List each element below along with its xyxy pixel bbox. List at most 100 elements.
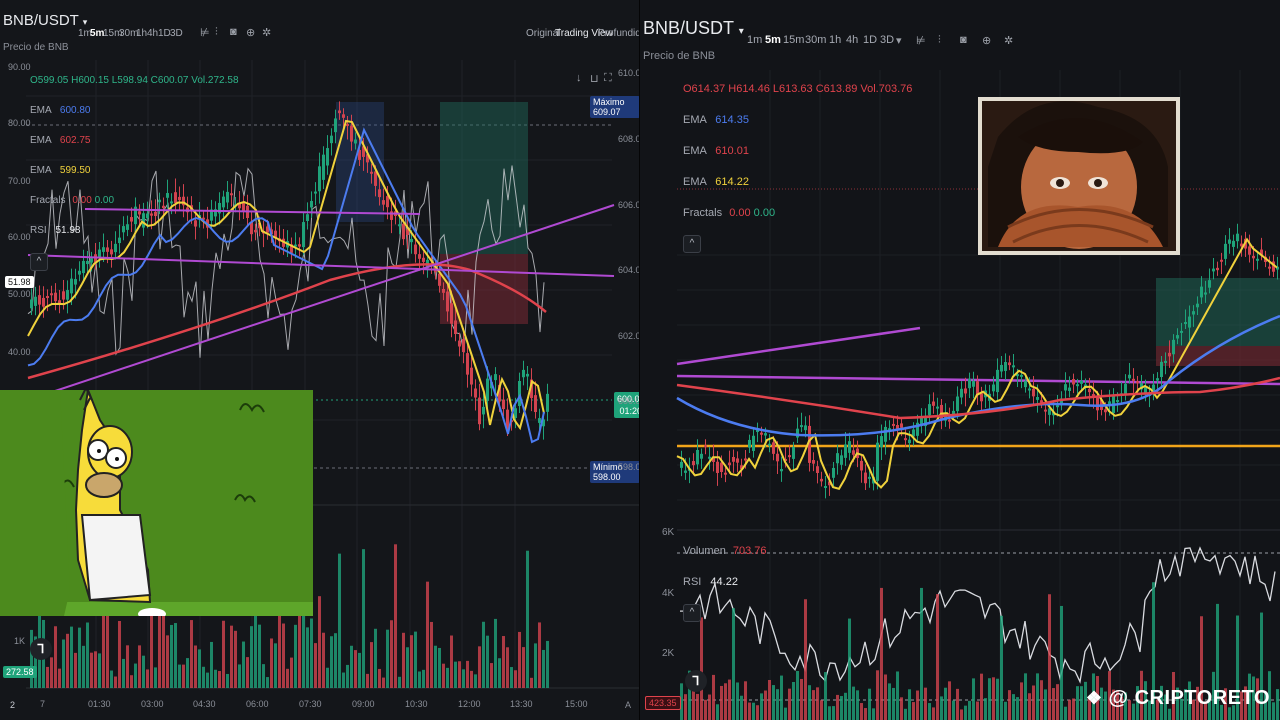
volume-bar [984, 698, 987, 720]
candle [748, 439, 751, 448]
add-icon[interactable]: ⊕ [246, 26, 255, 39]
pair-title[interactable]: BNB/USDT ▾ [3, 12, 87, 29]
volume-bar [1272, 702, 1275, 720]
fractals-value-1: 0.00 [729, 207, 751, 219]
candle [980, 393, 983, 402]
timeframe-4h[interactable]: 4h [846, 34, 858, 46]
volume-bar [178, 664, 181, 688]
candle [118, 237, 121, 244]
candle [110, 249, 113, 255]
fractals-row: Fractals 0.00 0.00 [683, 207, 775, 219]
volume-value-box: 423.35 [645, 696, 681, 710]
volume-bar [262, 664, 265, 688]
candle-type-icon[interactable]: ⫶ [215, 26, 218, 39]
timeframe-3D[interactable]: 3D [170, 28, 183, 39]
timeframe-4h[interactable]: 4h [147, 28, 158, 39]
settings-icon[interactable]: ✲ [262, 26, 271, 39]
volume-bar [788, 688, 791, 720]
timeframe-15m[interactable]: 15m [783, 34, 804, 46]
camera-icon[interactable]: ◙ [230, 26, 237, 38]
camera-icon[interactable]: ◙ [960, 34, 967, 46]
volume-bar [394, 544, 397, 688]
timeframe-1h[interactable]: 1h [829, 34, 841, 46]
candle [1040, 400, 1043, 403]
candle [106, 247, 109, 252]
candle [996, 369, 999, 393]
fullscreen-icon[interactable]: ⛶ [604, 72, 612, 85]
collapse-indicators-button[interactable]: ^ [30, 253, 48, 271]
candle [130, 217, 133, 222]
volume-bar [450, 635, 453, 688]
watermark-text: @ CRIPTORETO [1108, 687, 1270, 709]
candle [1236, 233, 1239, 242]
volume-bar [466, 660, 469, 688]
timeframe-1m[interactable]: 1m [747, 34, 762, 46]
candle [418, 254, 421, 259]
volume-bar [780, 675, 783, 720]
volume-bar [422, 669, 425, 688]
chevron-down-icon[interactable]: ▾ [896, 34, 902, 47]
candle [86, 260, 89, 265]
volume-bar [964, 705, 967, 720]
candle [960, 388, 963, 398]
timeframe-1D[interactable]: 1D [158, 28, 171, 39]
indicator-icon[interactable]: ⊭ [916, 34, 926, 47]
volume-bar [222, 620, 225, 688]
candle [716, 461, 719, 474]
ema-row-1: EMA 600.80 [30, 105, 91, 116]
volume-label: Volumen [683, 545, 726, 557]
axis-corner-left: 2 [10, 700, 16, 710]
price-tick: 606.00 [618, 200, 640, 210]
volume-bar [122, 658, 125, 688]
collapse-indicators-button[interactable]: ^ [683, 235, 701, 253]
volume-bar [522, 647, 525, 688]
ema-row-3: EMA 599.50 [30, 165, 91, 176]
volume-bar [860, 703, 863, 720]
axis-corner-right[interactable]: A [625, 700, 631, 710]
candle [864, 472, 867, 484]
candle [1248, 246, 1251, 255]
candle-type-icon[interactable]: ⫶ [938, 34, 941, 47]
indicator-icon[interactable]: ⊭ [200, 26, 210, 39]
time-tick: 12:00 [458, 699, 481, 709]
volume-bar [976, 701, 979, 720]
candle [402, 223, 405, 240]
down-arrow-icon[interactable]: ↓ [576, 72, 582, 84]
timeframe-5m[interactable]: 5m [765, 34, 781, 46]
candle [992, 384, 995, 392]
portrait-illustration [978, 97, 1180, 255]
timeframe-1h[interactable]: 1h [136, 28, 147, 39]
volume-bar [374, 628, 377, 688]
candle [166, 193, 169, 198]
pair-dropdown-icon[interactable]: ▾ [83, 17, 88, 27]
volume-bar [382, 677, 385, 688]
volume-bar [1276, 689, 1279, 720]
take-profit-zone [440, 102, 528, 254]
volume-bar [98, 653, 101, 688]
candle [776, 453, 779, 462]
collapse-lower-indicators-button[interactable]: ^ [683, 604, 701, 622]
volume-bar [908, 689, 911, 720]
volume-value: 703.76 [732, 545, 767, 557]
pair-dropdown-icon[interactable]: ▾ [739, 26, 744, 37]
candle [74, 279, 77, 285]
settings-icon[interactable]: ✲ [1004, 34, 1013, 47]
volume-bar [960, 709, 963, 720]
timeframe-1D[interactable]: 1D [863, 34, 877, 46]
candle [146, 213, 149, 219]
candle [876, 442, 879, 481]
volume-bar [888, 683, 891, 720]
volume-bar [912, 702, 915, 720]
candle [346, 123, 349, 126]
view-depth[interactable]: Profundidad [598, 28, 640, 39]
timeframe-3D[interactable]: 3D [880, 34, 894, 46]
pair-title-text: BNB/USDT [643, 18, 734, 38]
lock-icon[interactable]: ⊔ [590, 72, 599, 85]
add-icon[interactable]: ⊕ [982, 34, 991, 47]
candle [474, 388, 477, 398]
pair-title[interactable]: BNB/USDT ▾ [643, 18, 744, 39]
ema-label: EMA [30, 135, 52, 146]
timeframe-30m[interactable]: 30m [805, 34, 826, 46]
volume-bar [1072, 698, 1075, 720]
candle [976, 381, 979, 395]
